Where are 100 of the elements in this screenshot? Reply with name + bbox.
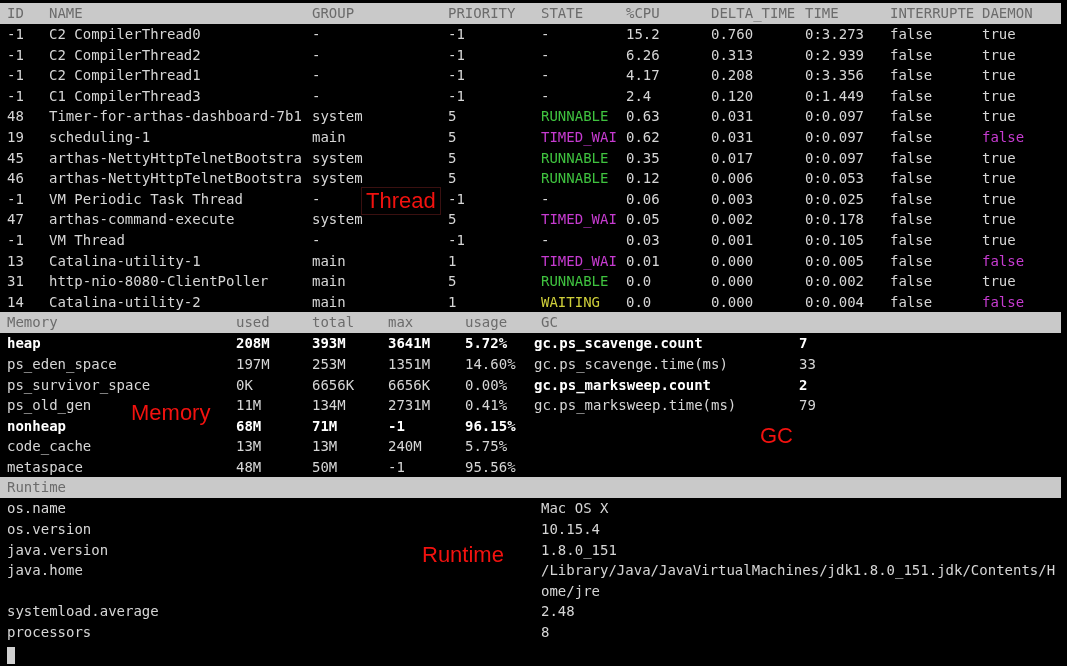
table-cell-text: C2 CompilerThread0	[49, 25, 201, 44]
table-cell-text: RUNNABLE	[541, 107, 609, 127]
table-cell-text: -1	[7, 230, 24, 250]
table-cell-text: 2.4	[626, 86, 652, 106]
table-cell-text: VM Periodic Task Thread	[49, 189, 243, 209]
table-cell-text: 0:2.939	[805, 45, 864, 65]
table-cell-text: 5	[448, 210, 457, 230]
table-cell-text: -1	[388, 416, 405, 436]
table-cell-text: 0:0.105	[805, 230, 864, 250]
table-cell-text: main	[312, 127, 346, 147]
table-cell-text: 0.12	[626, 169, 660, 189]
table-cell-text: 0.003	[711, 189, 754, 209]
table-cell-text: 10.15.4	[541, 520, 601, 540]
table-cell-text: system	[312, 210, 363, 230]
table-cell-text: main	[312, 292, 346, 312]
table-cell-text: 0.000	[711, 272, 754, 292]
table-cell-text: main	[312, 251, 346, 271]
table-cell-text: 79	[799, 396, 816, 416]
table-cell-text: -	[541, 66, 550, 86]
table-cell-text: http-nio-8080-ClientPoller	[49, 272, 269, 292]
column-header: total	[312, 313, 355, 333]
table-cell-text: true	[982, 86, 1016, 106]
column-header: GC	[541, 313, 558, 333]
table-cell-text: arthas-NettyHttpTelnetBootstra	[49, 169, 302, 189]
table-cell-text: -1	[448, 45, 465, 65]
table-cell-text: 0:3.273	[805, 25, 864, 44]
table-cell-text: false	[890, 189, 933, 209]
table-cell-text: 0.35	[626, 148, 660, 168]
table-cell-text: scheduling-1	[49, 127, 151, 147]
table-cell-text: C1 CompilerThread3	[49, 86, 201, 106]
table-cell-text: gc.ps_marksweep.count	[534, 375, 711, 396]
table-cell-text: os.name	[7, 499, 66, 519]
table-cell-text: -	[312, 66, 321, 86]
table-cell-text: 6656K	[312, 375, 355, 395]
table-cell-text: -1	[7, 25, 24, 44]
table-cell-text: 0.62	[626, 127, 660, 147]
table-cell-text: -1	[448, 230, 465, 250]
table-cell-text: false	[890, 272, 933, 292]
table-cell-text: false	[982, 127, 1025, 147]
table-cell-text: 2.48	[541, 602, 576, 622]
table-cell-text: 0:0.178	[805, 210, 864, 230]
table-cell-text: -	[312, 25, 321, 44]
column-header: DAEMON	[982, 4, 1033, 23]
table-cell-text: gc.ps_scavenge.time(ms)	[534, 354, 728, 375]
table-cell-text: false	[890, 292, 933, 312]
table-cell-text: 47	[7, 210, 24, 230]
table-cell-text: 1351M	[388, 354, 431, 374]
table-cell-text: 0.0	[626, 292, 652, 312]
column-header: DELTA_TIME	[711, 4, 796, 24]
table-cell-text: /Library/Java/JavaVirtualMachines/jdk1.8.0_151.jdk/Contents/Home/jre	[541, 561, 1056, 601]
table-cell-text: 50M	[312, 457, 338, 477]
table-cell-text: false	[982, 251, 1025, 271]
table-cell-text: 45	[7, 148, 24, 168]
table-cell-text: 95.56%	[465, 457, 516, 477]
column-header: NAME	[49, 4, 83, 23]
table-cell-text: 0.41%	[465, 396, 508, 416]
table-cell-text: 0.760	[711, 25, 754, 44]
table-cell-text: 48M	[236, 457, 262, 477]
table-cell-text: TIMED_WAI	[541, 210, 617, 230]
table-cell-text: gc.ps_marksweep.time(ms)	[534, 396, 737, 416]
table-cell-text: 5	[448, 127, 457, 147]
table-cell-text: -	[541, 25, 550, 44]
table-cell-text: 0.031	[711, 127, 754, 147]
table-cell-text: -1	[7, 189, 24, 209]
table-cell-text: true	[982, 189, 1016, 209]
table-cell-text: 2731M	[388, 396, 431, 416]
table-cell-text: 0:3.356	[805, 66, 864, 86]
table-cell-text: 68M	[236, 416, 262, 436]
table-cell-text: gc.ps_scavenge.count	[534, 334, 703, 354]
table-cell-text: 0.63	[626, 107, 660, 127]
table-cell-text: 5	[448, 272, 457, 292]
table-cell-text: -	[541, 189, 550, 209]
table-cell-text: 253M	[312, 354, 346, 374]
table-cell-text: false	[890, 210, 933, 230]
table-cell-text: system	[312, 169, 363, 189]
table-cell-text: 8	[541, 623, 551, 643]
annotation-label: Runtime	[422, 542, 504, 568]
table-cell-text: 19	[7, 127, 24, 147]
table-cell-text: -1	[7, 45, 24, 65]
table-cell-text: 0.01	[626, 251, 660, 271]
table-cell-text: 15.2	[626, 25, 660, 44]
table-cell-text: 197M	[236, 354, 270, 374]
table-cell-text: system	[312, 107, 363, 127]
table-cell-text: arthas-NettyHttpTelnetBootstra	[49, 148, 302, 168]
table-cell-text: 6656K	[388, 375, 431, 395]
table-cell-text: -1	[448, 25, 465, 44]
column-header: STATE	[541, 4, 584, 23]
table-cell-text: 31	[7, 272, 24, 292]
table-cell-text: 5	[448, 169, 457, 189]
table-cell-text: 5	[448, 107, 457, 127]
table-cell-text: 0.031	[711, 107, 754, 127]
table-cell-text: 96.15%	[465, 416, 516, 436]
table-cell-text: java.home	[7, 561, 83, 581]
table-cell-text: true	[982, 45, 1016, 65]
table-cell-text: VM Thread	[49, 230, 125, 250]
table-cell-text: true	[982, 230, 1016, 250]
table-cell-text: Catalina-utility-2	[49, 292, 201, 312]
table-cell-text: system	[312, 148, 363, 168]
table-cell-text: 1	[448, 251, 457, 271]
table-cell-text: 46	[7, 169, 24, 189]
